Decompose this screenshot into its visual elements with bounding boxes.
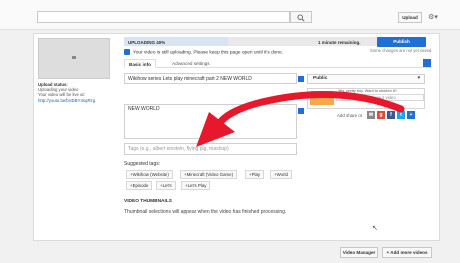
more-share-icon[interactable]: + [407,111,415,119]
suggested-tags-label: Suggested tags: [124,161,161,167]
title-status-icon [298,76,304,82]
video-url-link[interactable]: http://youtu.be/bSDBY4sqRzg [38,98,113,103]
suggested-tag-chip[interactable]: +Episode [126,181,153,190]
suggested-tag-chip[interactable]: +Wikihow (Website) [126,170,173,179]
tab-basic-info[interactable]: Basic info [124,59,156,68]
publish-button[interactable]: Publish [377,37,426,47]
facebook-icon[interactable]: f [387,111,395,119]
privacy-value: Public [313,76,328,81]
thumbnails-title: VIDEO THUMBNAILS [124,199,172,204]
tags-input[interactable]: Tags (e.g., albert einstein, flying pig,… [124,143,297,155]
email-icon[interactable]: ✉ [367,111,375,119]
unsaved-note: Some changes are not yet saved. [370,48,433,53]
upload-status-panel: Upload status: Uploading your video Your… [38,82,113,103]
chevron-down-icon: ▾ [417,76,420,81]
suggested-tag-chip[interactable]: +World [270,170,292,179]
upload-button[interactable]: Upload [398,12,422,23]
info-icon [124,49,130,55]
help-icon[interactable] [423,59,431,67]
upload-progress-label: UPLOADING 40% [128,40,166,45]
tab-bar: Basic info Advanced settings [124,59,432,68]
share-promo-text: Yes, pretty boy. Ward to shorten it? [338,89,397,93]
tab-advanced-settings[interactable]: Advanced settings [168,59,214,68]
suggested-tag-chip[interactable]: +Minecraft (Video Game) [180,170,238,179]
upload-notice: Your video is still uploading. Please ke… [124,49,283,55]
thumbnail-placeholder-icon [72,56,76,59]
video-manager-button[interactable]: Video Manager [340,247,378,258]
title-field[interactable]: Wikihow series Lets play minecraft part … [124,73,297,84]
suggested-tag-chip[interactable]: +Let's Play [181,181,211,190]
add-more-videos-button[interactable]: + Add more videos [382,247,432,258]
mouse-cursor-icon: ↖ [372,225,378,232]
description-field[interactable]: NEW WORLD [124,104,297,139]
top-bar: Upload ⚙▾ [0,0,460,30]
thumbnails-message: Thumbnail selections will appear when th… [124,209,287,215]
suggested-tag-chip[interactable]: +Let's [156,181,176,190]
search-icon [297,14,305,22]
search-input[interactable] [37,11,290,23]
gear-icon[interactable]: ⚙▾ [426,12,440,23]
description-status-icon [298,108,304,114]
time-remaining: 1 minute remaining. [318,40,361,45]
share-avatar [310,91,334,105]
twitter-icon[interactable]: t [397,111,405,119]
notice-text: Your video is still uploading. Please ke… [133,50,284,56]
share-message-input[interactable]: Add a message to your video [336,94,424,101]
add-share-label: Add share ot [337,113,362,118]
suggested-tag-chip[interactable]: +Play [245,170,265,179]
privacy-select[interactable]: Public ▾ [307,74,425,84]
search-button[interactable] [290,11,312,23]
google-plus-icon[interactable]: g [377,111,385,119]
upload-page: Upload ⚙▾ Upload status: Uploading your … [0,0,460,263]
